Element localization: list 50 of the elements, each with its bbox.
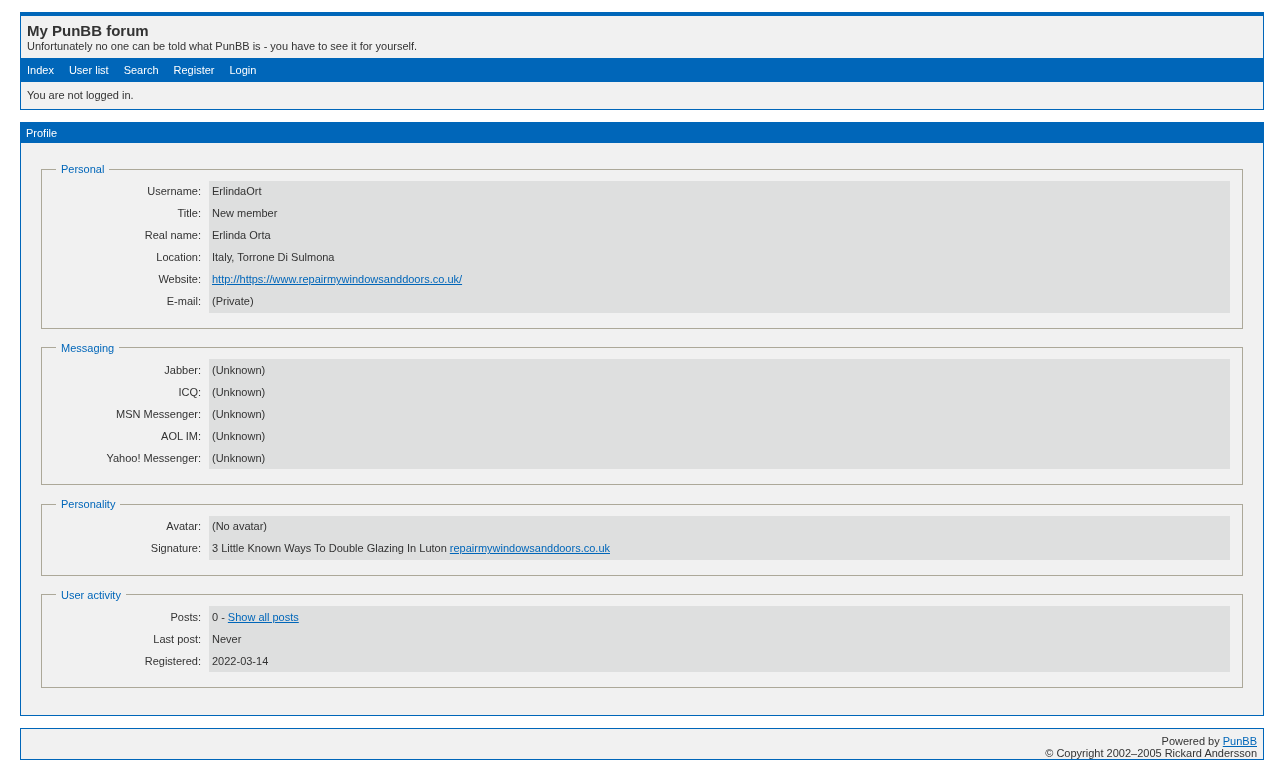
nav-link[interactable]: Register (173, 61, 215, 79)
field-label: MSN Messenger: (115, 406, 202, 422)
value-text: (Private) (212, 294, 254, 310)
nav-link[interactable]: User list (68, 61, 109, 79)
copyright-text: © Copyright 2002–2005 Rickard Andersson (1044, 747, 1257, 759)
value-text: (Unknown) (212, 406, 266, 422)
field-label: Posts: (169, 609, 202, 625)
panel-title: Profile (21, 123, 1263, 143)
value-text: Italy, Torrone Di Sulmona (212, 250, 335, 266)
value-text: 0 - (212, 609, 225, 625)
login-status: You are not logged in. (26, 88, 135, 104)
field-label: Username: (146, 184, 202, 200)
nav-link[interactable]: Search (123, 61, 159, 79)
value-text: ErlindaOrt (212, 184, 262, 200)
punbb-link[interactable]: PunBB (1222, 735, 1257, 747)
value-text: (Unknown) (212, 362, 266, 378)
field-label: E-mail: (165, 294, 202, 310)
value-link[interactable]: repairmywindowsanddoors.co.uk (449, 540, 610, 557)
field-label: AOL IM: (160, 428, 202, 444)
field-label: Registered: (143, 653, 202, 669)
section-legend: Messaging (56, 339, 120, 356)
value-text: Erlinda Orta (212, 228, 271, 244)
forum-description: Unfortunately no one can be told what PunBB is - you have to see it for yourself. (27, 40, 419, 53)
value-link[interactable]: Show all posts (227, 608, 299, 626)
field-label: Jabber: (163, 362, 202, 378)
value-text: (Unknown) (212, 428, 266, 444)
field-label: Website: (157, 272, 202, 288)
value-link[interactable]: http://https://www.repairmywindowsanddoors.co.uk/ (212, 271, 463, 288)
field-label: Location: (155, 250, 202, 266)
value-text: (Unknown) (212, 384, 266, 400)
nav-link[interactable]: Index (27, 61, 54, 79)
field-label: ICQ: (177, 384, 202, 400)
field-label: Title: (176, 206, 202, 222)
forum-title: My PunBB forum (27, 22, 150, 40)
section-legend: Personality (56, 496, 121, 513)
value-text: 3 Little Known Ways To Double Glazing In Luton (212, 541, 447, 557)
value-text: (Unknown) (212, 450, 266, 466)
field-label: Avatar: (165, 519, 202, 535)
value-text: 2022-03-14 (212, 653, 269, 669)
nav-link[interactable]: Login (229, 61, 257, 79)
field-label: Yahoo! Messenger: (105, 450, 202, 466)
value-text: (No avatar) (212, 519, 268, 535)
field-label: Signature: (149, 541, 202, 557)
value-text: Never (212, 631, 242, 647)
powered-by-text: Powered by PunBB (1160, 735, 1257, 747)
section-legend: Personal (56, 161, 110, 178)
field-label: Real name: (143, 228, 202, 244)
value-text: New member (212, 206, 278, 222)
field-label: Last post: (152, 631, 202, 647)
section-legend: User activity (56, 586, 126, 603)
